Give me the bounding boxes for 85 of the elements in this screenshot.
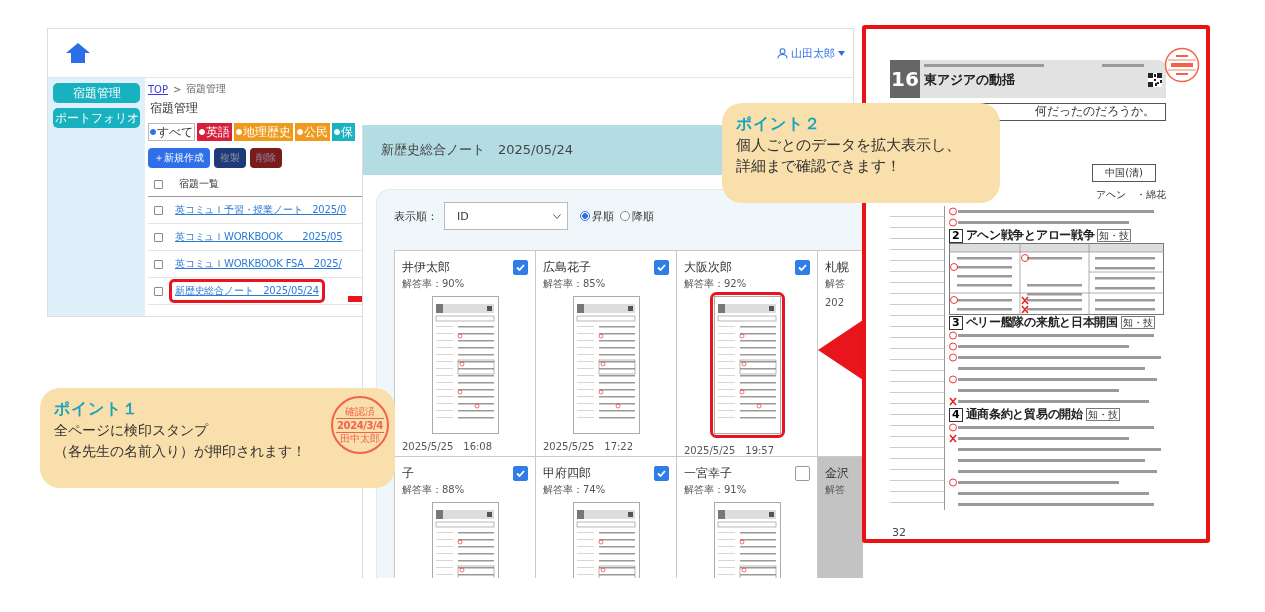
worksheet-title: 東アジアの動揺 [924,71,1015,89]
breadcrumb-current: 宿題管理 [186,82,227,96]
caret-icon[interactable] [838,50,845,56]
user-name[interactable]: 山田太郎 [791,45,835,61]
section-number: 4 [949,407,963,422]
user-icon [777,47,788,59]
sort-label: 表示順： [394,208,438,224]
student-name: 金沢 [825,465,849,482]
checkmark-icon [798,264,807,271]
section-tag: 知・技 [1085,408,1120,421]
answer-rate: 解答率：92% [684,277,747,291]
home-icon[interactable] [66,43,90,63]
answer-rate: 解答率：85% [543,277,606,291]
answer-rate: 解答率：90% [402,277,465,291]
student-name: 札幌 [825,259,849,276]
student-name: 子 [402,465,414,482]
callout-heading: ポイント１ [54,399,139,420]
assignment-link[interactable]: 新歴史総合ノート 2025/05/24 [169,279,325,303]
callout-text: （各先生の名前入り）が押印されます！ [54,442,306,461]
answer-rate: 解答率：91% [684,483,747,497]
filter-chip[interactable]: 英語 [197,123,232,141]
student-name: 広島花子 [543,259,591,276]
submission-date: 2025/5/25 19:57 [684,444,776,456]
student-name: 一宮幸子 [684,465,732,482]
section-heading: ペリー艦隊の来航と日本開国 [965,314,1118,331]
page-title: 宿題管理 [150,100,199,117]
student-checkbox[interactable] [654,466,669,481]
student-card[interactable]: 一宮幸子 解答率：91% [677,457,817,578]
page-number: 32 [892,526,906,539]
student-card[interactable]: 金沢 解答 [818,457,863,578]
student-checkbox[interactable] [513,466,528,481]
student-card[interactable]: 大阪次郎 解答率：92% 2025/5/25 19:57 [677,251,817,456]
checkmark-icon [516,470,525,477]
qr-code-icon [1148,73,1162,87]
order-radio[interactable]: 降順 [620,208,654,224]
answer-rate: 解答 [825,483,845,497]
column-header: 宿題一覧 [179,177,219,191]
checkmark-icon [657,470,666,477]
action-button[interactable]: ＋新規作成 [148,148,210,168]
student-name: 大阪次郎 [684,259,732,276]
student-card[interactable]: 甲府四郎 解答率：74% [536,457,676,578]
sidebar-button[interactable]: 宿題管理 [53,83,140,103]
section-number: 2 [949,228,963,243]
student-checkbox[interactable] [795,260,810,275]
filter-chip[interactable]: すべて [148,123,195,141]
section-number: 3 [949,315,963,330]
stamp-date: 2024/3/4 [336,417,384,433]
checkmark-icon [657,264,666,271]
row-checkbox[interactable] [154,205,163,215]
student-name: 甲府四郎 [543,465,591,482]
callout-text: 全ページに検印スタンプ [54,421,208,440]
sidebar-button[interactable]: ポートフォリオ [53,108,140,128]
stamp-name: 田中太郎 [340,432,380,445]
checkmark-icon [516,264,525,271]
answer-rate: 解答 [825,277,845,291]
order-radio[interactable]: 昇順 [580,208,614,224]
chevron-down-icon [553,213,561,219]
student-checkbox[interactable] [513,260,528,275]
section-tag: 知・技 [1097,229,1132,242]
row-checkbox[interactable] [154,232,163,242]
section-heading: 通商条約と貿易の開始 [965,406,1083,423]
diagram-text: アヘン ・綿花 [1096,188,1166,202]
row-checkbox[interactable] [154,286,163,296]
student-card[interactable]: 井伊太郎 解答率：90% 2025/5/25 16:08 [395,251,535,456]
select-all-checkbox[interactable] [154,179,163,189]
lesson-number: 16 [890,60,920,98]
answer-rate: 解答率：74% [543,483,606,497]
row-checkbox[interactable] [154,259,163,269]
breadcrumb-link[interactable]: TOP [148,83,168,95]
stamp-drawing [1164,47,1200,83]
student-card[interactable]: 子 解答率：88% [395,457,535,578]
student-card[interactable]: 広島花子 解答率：85% 2025/5/25 17:22 [536,251,676,456]
stamp-label: 確認済 [345,405,375,418]
section-tag: 知・技 [1120,316,1155,329]
answer-rate: 解答率：88% [402,483,465,497]
submission-date: 202 [825,297,846,308]
submission-date: 2025/5/25 17:22 [543,440,635,454]
student-checkbox[interactable] [795,466,810,481]
student-name: 井伊太郎 [402,259,450,276]
section-heading: アヘン戦争とアロー戦争 [965,227,1095,244]
sort-select[interactable]: ID [444,202,568,230]
student-checkbox[interactable] [654,260,669,275]
breadcrumb-separator: > [173,83,182,95]
diagram-box: 中国(清) [1092,164,1156,182]
submission-date: 2025/5/25 16:08 [402,440,494,454]
